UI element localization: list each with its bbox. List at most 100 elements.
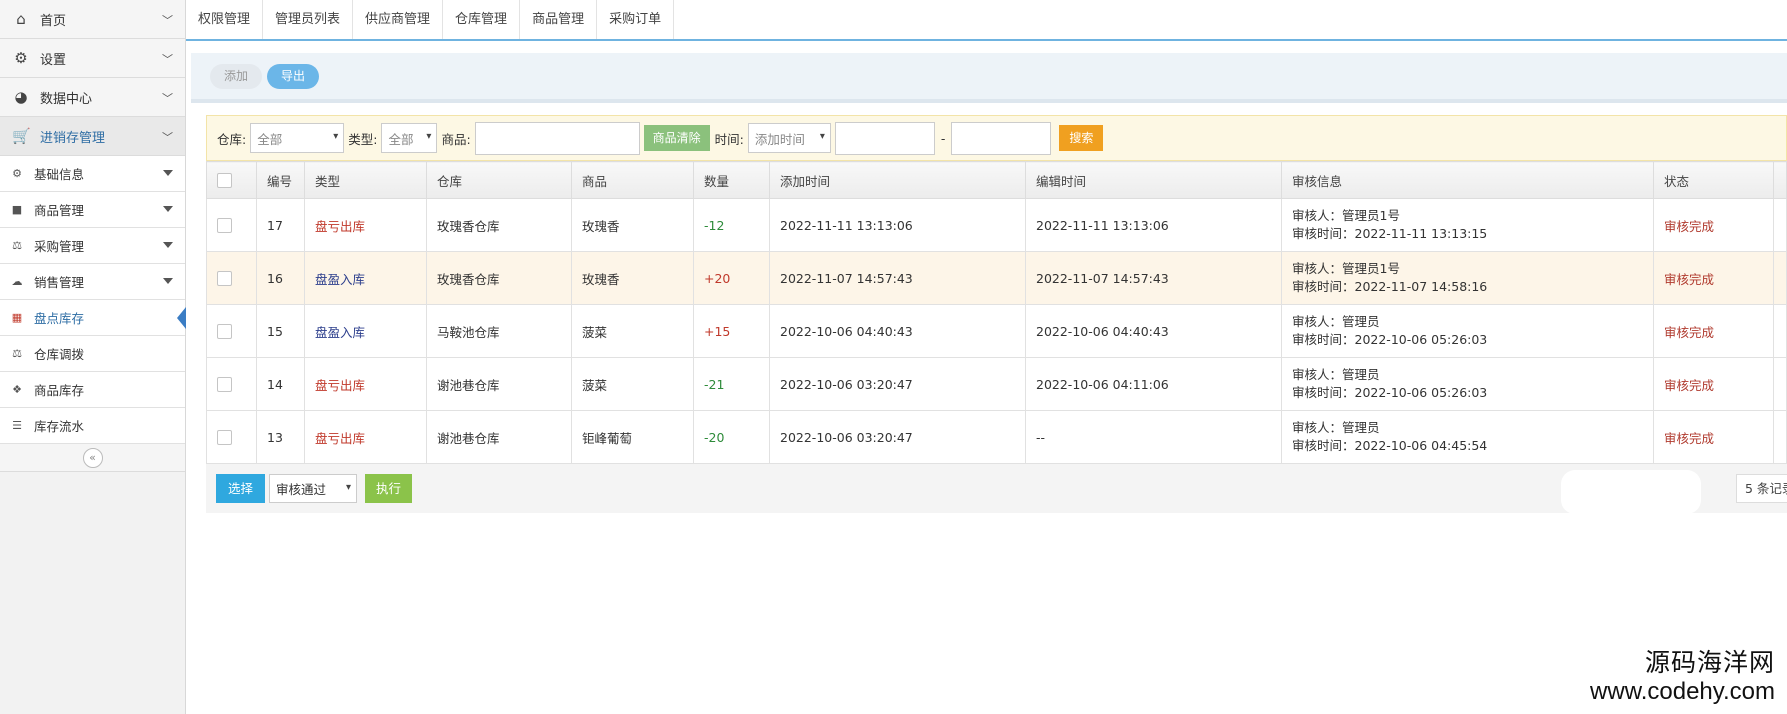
sidebar-item-warehouse-transfer[interactable]: ⚖ 仓库调拨 bbox=[0, 336, 185, 372]
row-product: 玫瑰香 bbox=[571, 198, 694, 252]
cubes-icon: ❖ bbox=[12, 383, 22, 396]
add-button[interactable]: 添加 bbox=[210, 63, 263, 89]
balance-scale-icon: ⚖ bbox=[12, 347, 22, 360]
execute-button[interactable]: 执行 bbox=[365, 474, 413, 503]
row-edited-time: 2022-11-11 13:13:06 bbox=[1025, 198, 1282, 252]
start-date-input[interactable] bbox=[834, 121, 935, 155]
tab-warehouse-mgmt[interactable]: 仓库管理 bbox=[443, 0, 521, 39]
nav-settings[interactable]: ⚙ 设置 ﹀ bbox=[0, 39, 185, 78]
export-button[interactable]: 导出 bbox=[267, 63, 320, 89]
table-footer: 选择 审核通过 ▾ 执行 5 条记录 bbox=[206, 464, 1787, 514]
row-quantity: -12 bbox=[693, 198, 770, 252]
sidebar-item-product-stock[interactable]: ❖ 商品库存 bbox=[0, 372, 185, 408]
row-added-time: 2022-10-06 04:40:43 bbox=[769, 304, 1026, 358]
row-checkbox[interactable] bbox=[217, 271, 232, 286]
pie-chart-icon: ◕ bbox=[14, 88, 28, 106]
nav-inventory[interactable]: 🛒 进销存管理 ﹀ bbox=[0, 117, 185, 156]
column-header: 审核信息 bbox=[1281, 161, 1654, 199]
table-row[interactable]: 14 盘亏出库 谢池巷仓库 菠菜 -21 2022-10-06 03:20:47… bbox=[206, 357, 1787, 411]
tab-purchase-order[interactable]: 采购订单 bbox=[597, 0, 675, 39]
row-id: 16 bbox=[256, 251, 305, 305]
row-audit-time: 审核时间：2022-10-06 05:26:03 bbox=[1292, 332, 1488, 347]
tab-permissions[interactable]: 权限管理 bbox=[186, 0, 264, 39]
table-row[interactable]: 17 盘亏出库 玫瑰香仓库 玫瑰香 -12 2022-11-11 13:13:0… bbox=[206, 198, 1787, 252]
row-id: 15 bbox=[256, 304, 305, 358]
row-checkbox[interactable] bbox=[217, 324, 232, 339]
sidebar-item-label: 销售管理 bbox=[34, 275, 85, 290]
row-product: 菠菜 bbox=[571, 304, 694, 358]
chevron-down-icon: ▾ bbox=[333, 131, 339, 142]
sidebar-item-stock-flow[interactable]: ☰ 库存流水 bbox=[0, 408, 185, 444]
row-status: 审核完成 bbox=[1653, 251, 1774, 305]
row-checkbox[interactable] bbox=[217, 430, 232, 445]
type-select[interactable]: 全部 ▾ bbox=[381, 123, 438, 153]
sidebar-item-stock-check[interactable]: ▦ 盘点库存 bbox=[0, 300, 186, 336]
row-auditor: 审核人：管理员 bbox=[1292, 314, 1380, 329]
list-icon: ☰ bbox=[12, 419, 22, 432]
row-id: 17 bbox=[256, 198, 305, 252]
search-button[interactable]: 搜索 bbox=[1059, 125, 1104, 151]
column-header: 类型 bbox=[304, 161, 427, 199]
table-row[interactable]: 16 盘盈入库 玫瑰香仓库 玫瑰香 +20 2022-11-07 14:57:4… bbox=[206, 251, 1787, 305]
row-audit-time: 审核时间：2022-10-06 05:26:03 bbox=[1292, 385, 1488, 400]
batch-action-select[interactable]: 审核通过 ▾ bbox=[269, 474, 358, 503]
row-id: 13 bbox=[256, 410, 305, 464]
table-row[interactable]: 13 盘亏出库 谢池巷仓库 钜峰葡萄 -20 2022-10-06 03:20:… bbox=[206, 410, 1787, 464]
row-product: 玫瑰香 bbox=[571, 251, 694, 305]
row-type: 盘亏出库 bbox=[304, 198, 427, 252]
column-header: 添加时间 bbox=[769, 161, 1026, 199]
nav-settings-label: 设置 bbox=[40, 52, 67, 68]
sidebar: ⌂ 首页 ﹀ ⚙ 设置 ﹀ ◕ 数据中心 ﹀ 🛒 进销存管理 ﹀ ⚙ 基础信息 … bbox=[0, 0, 186, 714]
column-header: 商品 bbox=[571, 161, 694, 199]
row-select-cell bbox=[206, 304, 257, 358]
sidebar-collapse-row: « bbox=[0, 444, 185, 472]
cart-icon: 🛒 bbox=[12, 127, 31, 145]
balance-scale-icon: ⚖ bbox=[12, 239, 22, 252]
grid-icon: ▦ bbox=[11, 311, 23, 324]
chevron-down-icon: ﹀ bbox=[162, 131, 173, 144]
row-extra-cell bbox=[1773, 410, 1787, 464]
time-filter-label: 时间: bbox=[714, 131, 744, 147]
row-edited-time: -- bbox=[1025, 410, 1282, 464]
sidebar-item-basic-info[interactable]: ⚙ 基础信息 bbox=[0, 156, 185, 192]
sidebar-item-purchase-mgmt[interactable]: ⚖ 采购管理 bbox=[0, 228, 185, 264]
row-checkbox[interactable] bbox=[217, 218, 232, 233]
row-added-time: 2022-11-07 14:57:43 bbox=[769, 251, 1026, 305]
sidebar-item-product-mgmt[interactable]: ■ 商品管理 bbox=[0, 192, 185, 228]
row-auditor: 审核人：管理员 bbox=[1292, 420, 1380, 435]
warehouse-select[interactable]: 全部 ▾ bbox=[250, 123, 345, 153]
column-header: 仓库 bbox=[426, 161, 572, 199]
record-count: 5 条记录 bbox=[1736, 474, 1787, 503]
table-row[interactable]: 15 盘盈入库 马鞍池仓库 菠菜 +15 2022-10-06 04:40:43… bbox=[206, 304, 1787, 358]
tab-admin-list[interactable]: 管理员列表 bbox=[263, 0, 354, 39]
date-range-separator: - bbox=[940, 130, 946, 146]
home-icon: ⌂ bbox=[16, 10, 26, 28]
chevron-down-icon: ﹀ bbox=[162, 14, 173, 27]
nav-inventory-label: 进销存管理 bbox=[40, 130, 106, 146]
end-date-input[interactable] bbox=[951, 121, 1052, 155]
clear-product-button[interactable]: 商品清除 bbox=[643, 125, 710, 151]
time-type-select[interactable]: 添加时间 ▾ bbox=[747, 123, 831, 153]
tab-supplier-mgmt[interactable]: 供应商管理 bbox=[353, 0, 444, 39]
collapse-sidebar-icon[interactable]: « bbox=[82, 447, 103, 468]
row-status: 审核完成 bbox=[1653, 410, 1774, 464]
select-all-checkbox[interactable] bbox=[217, 173, 232, 188]
caret-down-icon bbox=[163, 206, 173, 212]
row-product: 菠菜 bbox=[571, 357, 694, 411]
sidebar-item-label: 商品管理 bbox=[34, 203, 85, 218]
watermark: 源码海洋网 www.codehy.com bbox=[1590, 648, 1775, 706]
nav-data-center[interactable]: ◕ 数据中心 ﹀ bbox=[0, 78, 185, 117]
row-warehouse: 玫瑰香仓库 bbox=[426, 251, 572, 305]
row-auditor: 审核人：管理员1号 bbox=[1292, 261, 1400, 276]
row-select-cell bbox=[206, 410, 257, 464]
select-button[interactable]: 选择 bbox=[216, 474, 266, 503]
top-tabs: 权限管理 管理员列表 供应商管理 仓库管理 商品管理 采购订单 bbox=[186, 0, 1787, 41]
row-checkbox[interactable] bbox=[217, 377, 232, 392]
row-quantity: -20 bbox=[693, 410, 770, 464]
nav-home[interactable]: ⌂ 首页 ﹀ bbox=[0, 0, 185, 39]
filter-bar: 仓库: 全部 ▾ 类型: 全部 ▾ 商品: 商品清除 时间: 添加时间 ▾ - … bbox=[206, 115, 1787, 161]
sidebar-item-sales-mgmt[interactable]: ☁ 销售管理 bbox=[0, 264, 185, 300]
product-input[interactable] bbox=[474, 121, 640, 155]
tab-product-mgmt[interactable]: 商品管理 bbox=[520, 0, 598, 39]
time-type-select-value: 添加时间 bbox=[754, 131, 805, 147]
